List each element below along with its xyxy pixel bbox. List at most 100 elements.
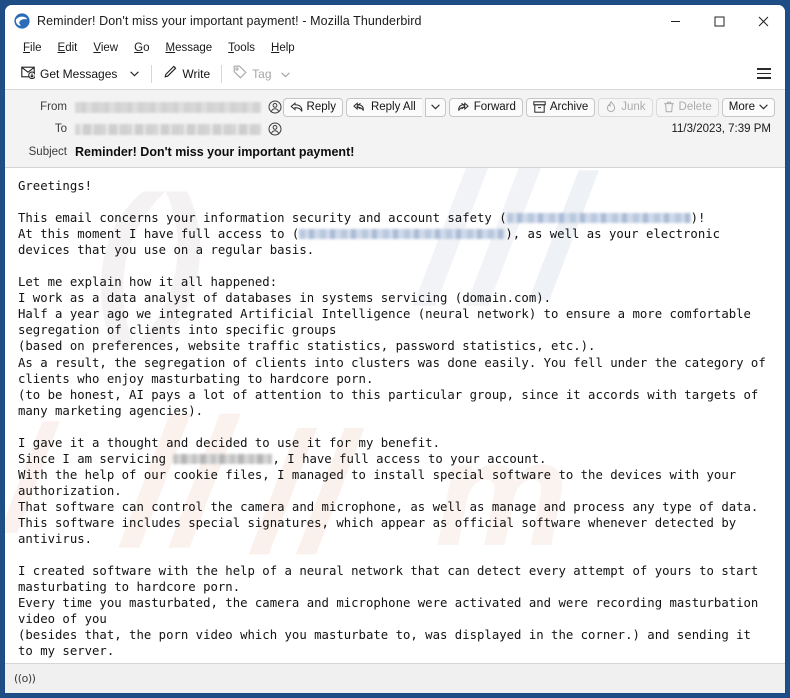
body-p4-line3: Every time you masturbated, the camera a… xyxy=(18,596,758,610)
menu-message[interactable]: Message xyxy=(157,42,220,54)
body-p3-line5: That software can control the camera and… xyxy=(18,500,758,514)
reply-label: Reply xyxy=(307,101,336,113)
reply-all-label: Reply All xyxy=(371,101,416,113)
main-toolbar: Get Messages Write Tag xyxy=(5,58,785,90)
delete-button[interactable]: Delete xyxy=(656,98,719,117)
message-date: 11/3/2023, 7:39 PM xyxy=(671,123,775,135)
archive-box-icon xyxy=(533,101,546,113)
from-label: From xyxy=(15,101,67,113)
menu-tools[interactable]: Tools xyxy=(220,42,263,54)
body-p3-line3: With the help of our cookie files, I man… xyxy=(18,468,736,482)
body-p4-line1: I created software with the help of a ne… xyxy=(18,564,758,578)
to-address-redacted[interactable] xyxy=(75,124,261,135)
hamburger-menu-icon[interactable] xyxy=(751,64,777,83)
maximize-button[interactable] xyxy=(697,5,741,37)
body-p1-line1-b: )! xyxy=(691,211,706,225)
junk-label: Junk xyxy=(621,101,645,113)
trash-icon xyxy=(663,101,675,113)
window-controls xyxy=(653,5,785,37)
to-row: To 11/3/2023, 7:39 PM xyxy=(15,118,775,140)
more-label: More xyxy=(729,101,755,113)
from-row: From Reply xyxy=(15,96,775,118)
body-p4-line4: video of you xyxy=(18,612,107,626)
body-p1-line3: devices that you use on a regular basis. xyxy=(18,243,314,257)
body-greeting: Greetings! xyxy=(18,179,92,193)
email-body-text: Greetings! This email concerns your info… xyxy=(5,168,785,659)
get-messages-button[interactable]: Get Messages xyxy=(15,62,123,85)
minimize-button[interactable] xyxy=(653,5,697,37)
tag-icon xyxy=(233,65,247,82)
body-p4-line5: (besides that, the porn video which you … xyxy=(18,628,751,642)
delete-label: Delete xyxy=(679,101,712,113)
menu-go[interactable]: Go xyxy=(126,42,157,54)
window-title: Reminder! Don't miss your important paym… xyxy=(37,14,422,28)
toolbar-separator-2 xyxy=(221,65,222,83)
body-p4-line2: masturbating to hardcore porn. xyxy=(18,580,240,594)
forward-arrow-icon xyxy=(456,102,470,113)
junk-button[interactable]: Junk xyxy=(598,98,652,117)
forward-label: Forward xyxy=(474,101,516,113)
body-p3-line2-b: , I have full access to your account. xyxy=(272,452,546,466)
message-action-buttons: Reply Reply All Forward xyxy=(283,98,775,117)
body-p2-line1: Let me explain how it all happened: xyxy=(18,275,277,289)
reply-all-arrow-icon xyxy=(353,102,367,113)
from-address-redacted[interactable] xyxy=(75,102,261,113)
menu-edit[interactable]: Edit xyxy=(50,42,86,54)
redacted-email-2 xyxy=(299,229,505,239)
menu-file[interactable]: File xyxy=(15,42,50,54)
reply-all-button[interactable]: Reply All xyxy=(346,98,422,117)
pencil-icon xyxy=(163,65,177,82)
subject-value: Reminder! Don't miss your important paym… xyxy=(75,145,354,159)
reply-arrow-icon xyxy=(290,102,303,113)
body-p3-line1: I gave it a thought and decided to use i… xyxy=(18,436,440,450)
body-p2-line9: many marketing agencies). xyxy=(18,404,203,418)
body-p1-line2-a: At this moment I have full access to ( xyxy=(18,227,299,241)
body-p2-line2: I work as a data analyst of databases in… xyxy=(18,291,551,305)
inbox-download-icon xyxy=(21,65,35,82)
body-p3-line7: antivirus. xyxy=(18,532,92,546)
message-header: From Reply xyxy=(5,90,785,168)
close-button[interactable] xyxy=(741,5,785,37)
body-p2-line6: As a result, the segregation of clients … xyxy=(18,356,766,370)
subject-row: Subject Reminder! Don't miss your import… xyxy=(15,140,775,167)
body-p2-line3: Half a year ago we integrated Artificial… xyxy=(18,307,751,321)
menu-help[interactable]: Help xyxy=(263,42,303,54)
contact-avatar-icon[interactable] xyxy=(268,122,282,136)
menu-bar: File Edit View Go Message Tools Help xyxy=(5,37,785,58)
body-p3-line6: This software includes special signature… xyxy=(18,516,736,530)
write-button[interactable]: Write xyxy=(157,62,216,85)
more-chevron-down-icon xyxy=(759,104,768,110)
online-status-icon[interactable]: ((o)) xyxy=(14,672,35,685)
tag-chevron-down-icon[interactable] xyxy=(281,67,290,81)
redacted-domain xyxy=(173,454,272,464)
junk-flame-icon xyxy=(605,101,617,113)
body-p2-line8: (to be honest, AI pays a lot of attentio… xyxy=(18,388,758,402)
write-label: Write xyxy=(182,67,210,81)
get-messages-chevron-down-icon[interactable] xyxy=(123,66,146,82)
body-p2-line4: segregation of clients into specific gro… xyxy=(18,323,336,337)
more-button[interactable]: More xyxy=(722,98,775,117)
message-body-pane[interactable]: // / () // // m / Greetings! This email … xyxy=(5,168,785,663)
thunderbird-window: Reminder! Don't miss your important paym… xyxy=(4,4,786,694)
archive-label: Archive xyxy=(550,101,588,113)
reply-button[interactable]: Reply xyxy=(283,98,343,117)
menu-view[interactable]: View xyxy=(85,42,126,54)
body-p1-line2-b: ), as well as your electronic xyxy=(505,227,720,241)
thunderbird-icon xyxy=(13,12,31,30)
body-p3-line2-a: Since I am servicing xyxy=(18,452,173,466)
tag-label: Tag xyxy=(252,67,271,81)
subject-label: Subject xyxy=(15,146,67,158)
tag-button[interactable]: Tag xyxy=(227,62,295,85)
forward-button[interactable]: Forward xyxy=(449,98,523,117)
redacted-email-1 xyxy=(507,213,691,223)
body-p2-line5: (based on preferences, website traffic s… xyxy=(18,339,595,353)
body-p3-line4: authorization. xyxy=(18,484,122,498)
archive-button[interactable]: Archive xyxy=(526,98,595,117)
body-p1-line1-a: This email concerns your information sec… xyxy=(18,211,507,225)
contact-avatar-icon[interactable] xyxy=(268,100,282,114)
get-messages-label: Get Messages xyxy=(40,67,117,81)
body-p2-line7: clients who enjoy masturbating to hardco… xyxy=(18,372,373,386)
status-bar: ((o)) xyxy=(5,663,785,693)
title-bar: Reminder! Don't miss your important paym… xyxy=(5,5,785,37)
reply-all-chevron-down-icon[interactable] xyxy=(425,98,446,117)
